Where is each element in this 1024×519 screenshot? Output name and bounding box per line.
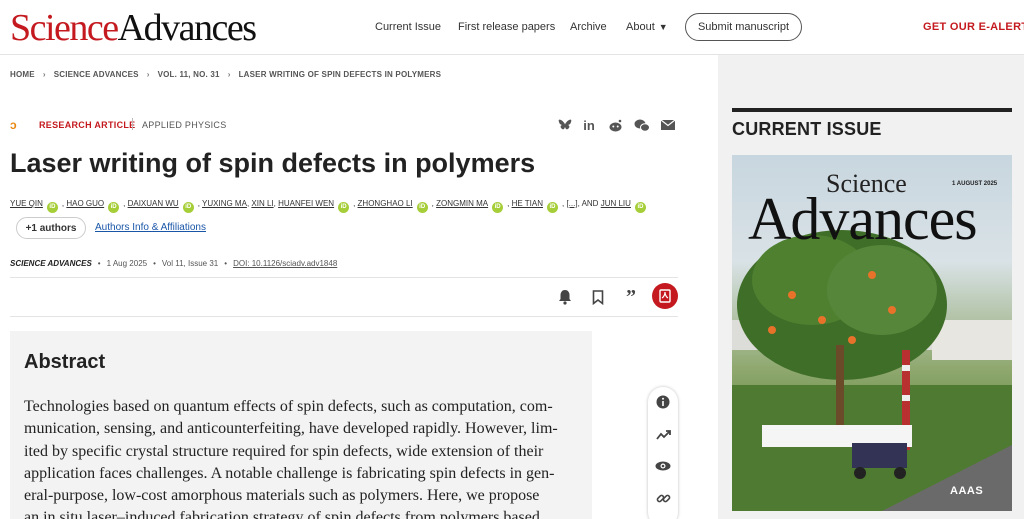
abstract-line: an in situ laser–induced fabrication str…	[24, 509, 540, 519]
author-name[interactable]: HE TIAN	[512, 199, 543, 208]
orcid-icon[interactable]: iD	[492, 202, 504, 213]
nav-current-issue[interactable]: Current Issue	[375, 21, 441, 33]
bookmark-icon[interactable]	[588, 287, 608, 307]
site-logo[interactable]: ScienceAdvances	[10, 6, 257, 50]
nav-first-release[interactable]: First release papers	[458, 21, 555, 33]
pdf-icon	[659, 289, 671, 303]
abstract-line: eral-purpose, low-cost amorphous materia…	[24, 487, 540, 505]
breadcrumb: HOME › SCIENCE ADVANCES › VOL. 11, NO. 31 › LA…	[10, 70, 441, 79]
link-icon[interactable]	[653, 488, 673, 508]
author-name[interactable]: YUXING MA	[202, 199, 247, 208]
reddit-icon[interactable]	[607, 117, 623, 133]
abstract-heading: Abstract	[24, 351, 106, 373]
author-name[interactable]: HAO GUO	[66, 199, 104, 208]
abstract-line: ited by specific crystal structure requi…	[24, 442, 544, 460]
aaas-logo: AAAS	[950, 485, 984, 497]
author-list: YUE QIN iD, HAO GUO iD, DAIXUAN WU iD, YUXI…	[10, 199, 650, 213]
and-separator: , AND	[577, 199, 599, 208]
chevron-right-icon: ›	[42, 70, 46, 79]
nav-archive[interactable]: Archive	[570, 21, 607, 33]
pdf-download-button[interactable]	[652, 283, 678, 309]
breadcrumb-home[interactable]: HOME	[10, 70, 35, 79]
wechat-icon[interactable]	[634, 117, 650, 133]
bell-icon[interactable]	[555, 287, 575, 307]
divider	[732, 108, 1012, 112]
linkedin-icon[interactable]: in	[581, 117, 597, 133]
article-type: RESEARCH ARTICLE	[39, 120, 136, 130]
volume-issue[interactable]: Vol 11, Issue 31	[162, 259, 218, 268]
journal-cover[interactable]: Science Advances 1 AUGUST 2025 AAAS	[732, 155, 1012, 511]
current-issue-heading: CURRENT ISSUE	[732, 119, 882, 139]
journal-name: SCIENCE ADVANCES	[10, 259, 92, 268]
article-title: Laser writing of spin defects in polymer…	[10, 148, 536, 178]
metrics-icon[interactable]	[653, 424, 673, 444]
orcid-icon[interactable]: iD	[634, 202, 646, 213]
orcid-icon[interactable]: iD	[182, 202, 194, 213]
author-name[interactable]: DAIXUAN WU	[128, 199, 179, 208]
open-access-icon: ɔ	[10, 118, 17, 132]
chevron-right-icon: ›	[146, 70, 150, 79]
abstract-text: Technologies based on quantum effects of…	[24, 396, 584, 519]
info-icon[interactable]	[653, 392, 673, 412]
article-subject[interactable]: APPLIED PHYSICS	[142, 120, 227, 130]
author-name[interactable]: HUANFEI WEN	[278, 199, 334, 208]
abstract-line: munication, sensing, and anticounterfeit…	[24, 420, 558, 438]
abstract-line: Technologies based on quantum effects of…	[24, 398, 553, 415]
view-icon[interactable]	[653, 456, 673, 476]
author-name[interactable]: ZHONGHAO LI	[358, 199, 413, 208]
quote-icon[interactable]: ”	[621, 287, 641, 307]
submit-manuscript-button[interactable]: Submit manuscript	[685, 13, 802, 41]
authors-ellipsis[interactable]: [...]	[566, 199, 577, 208]
orcid-icon[interactable]: iD	[46, 202, 58, 213]
doi-link[interactable]: DOI: 10.1126/sciadv.adv1848	[233, 259, 337, 268]
chevron-down-icon: ▼	[658, 22, 668, 32]
orcid-icon[interactable]: iD	[338, 202, 350, 213]
cover-date: 1 AUGUST 2025	[952, 181, 998, 187]
breadcrumb-issue[interactable]: VOL. 11, NO. 31	[158, 70, 220, 79]
author-name[interactable]: ZONGMIN MA	[436, 199, 488, 208]
floating-tools	[648, 387, 678, 519]
more-authors-button[interactable]: +1 authors	[16, 217, 86, 239]
breadcrumb-journal[interactable]: SCIENCE ADVANCES	[54, 70, 139, 79]
affiliations-link[interactable]: Authors Info & Affiliations	[95, 222, 206, 233]
email-icon[interactable]	[660, 117, 676, 133]
orcid-icon[interactable]: iD	[108, 202, 120, 213]
divider	[10, 316, 678, 317]
abstract-line: application faces challenges. A notable …	[24, 464, 555, 482]
author-name[interactable]: JUN LIU	[601, 199, 631, 208]
orcid-icon[interactable]: iD	[416, 202, 428, 213]
divider	[10, 277, 678, 278]
divider	[132, 118, 133, 130]
e-alerts-link[interactable]: GET OUR E-ALERTS	[923, 21, 1024, 33]
nav-about[interactable]: About ▼	[626, 21, 668, 33]
site-header: ScienceAdvances Current Issue First rele…	[0, 0, 1024, 55]
article-meta: SCIENCE ADVANCES • 1 Aug 2025 • Vol 11, Issu…	[10, 259, 338, 268]
bluesky-icon[interactable]	[557, 117, 573, 133]
breadcrumb-current: LASER WRITING OF SPIN DEFECTS IN POLYMER…	[238, 70, 442, 79]
orcid-icon[interactable]: iD	[546, 202, 558, 213]
author-name[interactable]: XIN LI	[251, 199, 273, 208]
cover-advances-text: Advances	[748, 186, 978, 252]
pub-date: 1 Aug 2025	[106, 259, 148, 268]
chevron-right-icon: ›	[227, 70, 231, 79]
author-name[interactable]: YUE QIN	[10, 199, 43, 208]
